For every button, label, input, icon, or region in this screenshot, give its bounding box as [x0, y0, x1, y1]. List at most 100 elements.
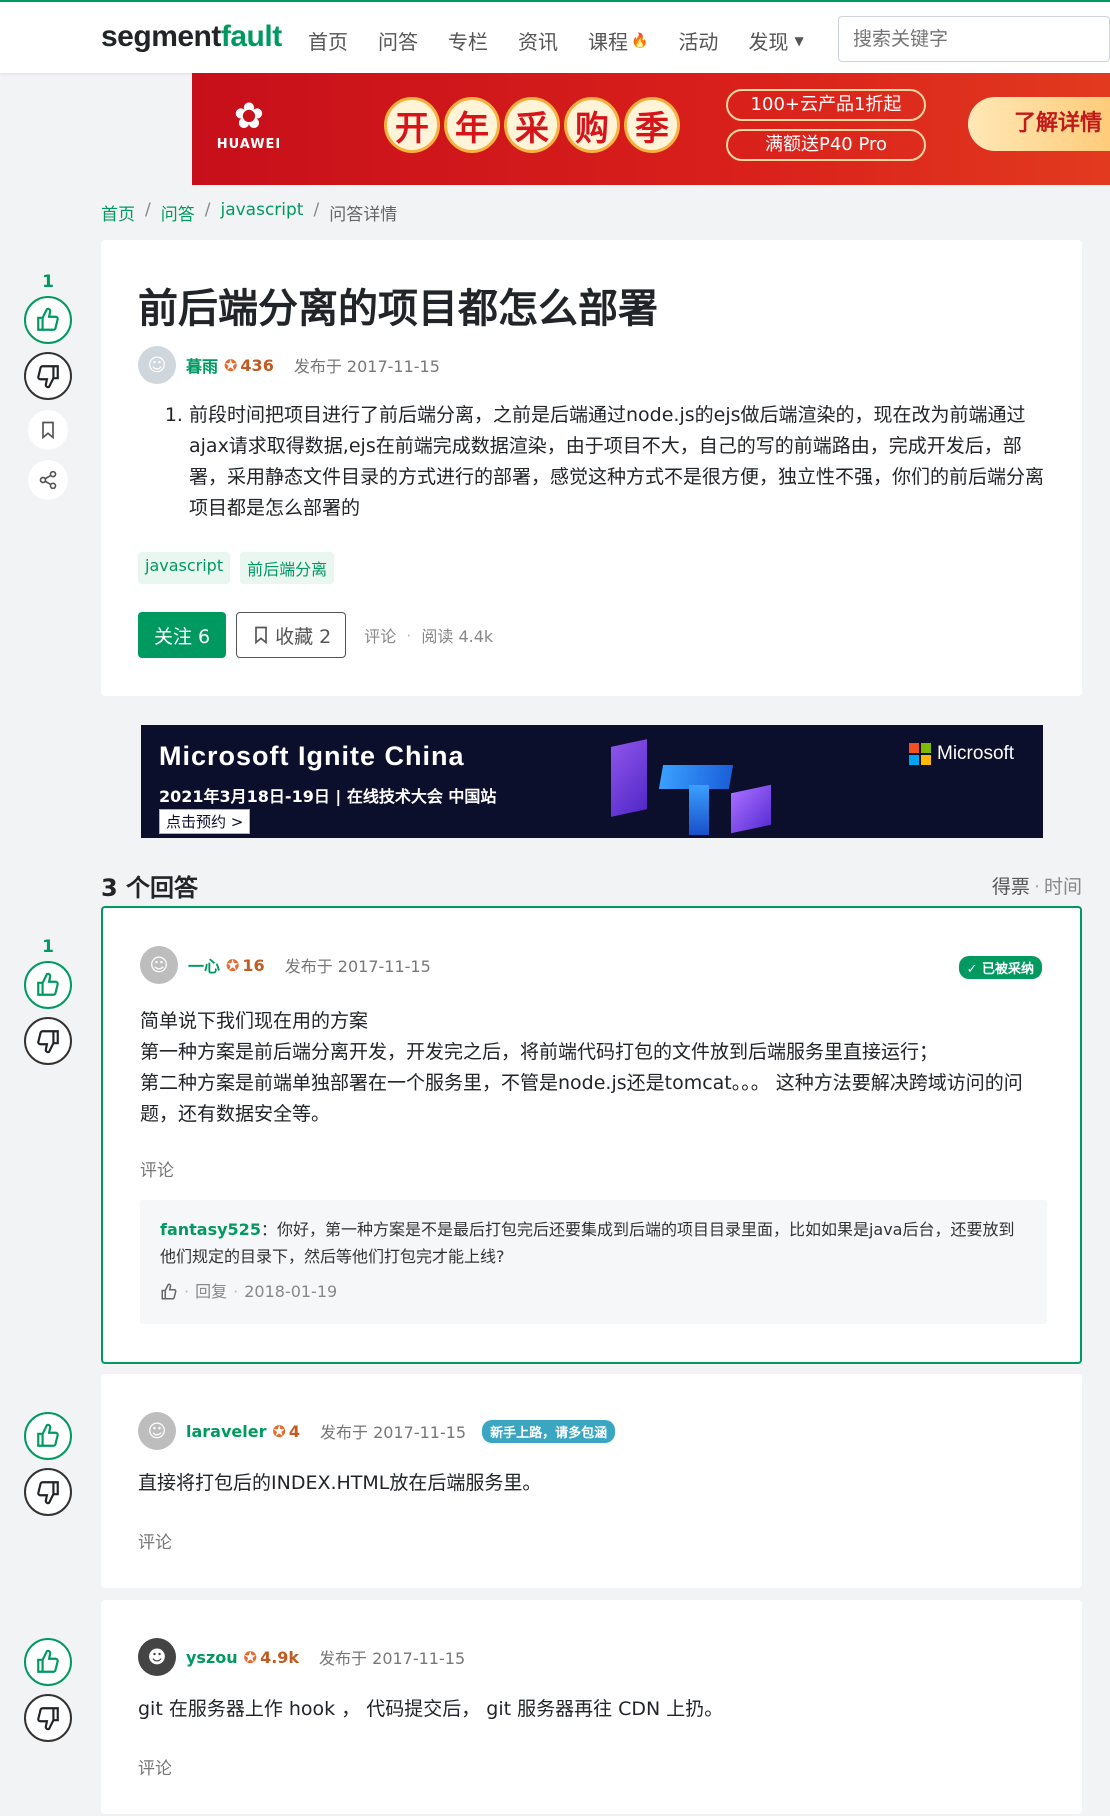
tag-javascript[interactable]: javascript — [138, 552, 231, 584]
reputation-icon: ✪ — [243, 1647, 258, 1667]
slogan-char: 开 — [384, 97, 440, 153]
downvote-button[interactable] — [24, 352, 72, 400]
huawei-petal-icon: ✿ — [233, 96, 265, 137]
comment-link[interactable]: 评论 — [364, 623, 396, 647]
top-navbar: segmentfault 首页 问答 专栏 资讯 课程 🔥 活动 发现 ▼ — [0, 0, 1110, 73]
ad-banner-huawei[interactable]: ✿ HUAWEI 开 年 采 购 季 100+云产品1折起 满额送P40 Pro… — [192, 73, 1110, 185]
downvote-button[interactable] — [24, 1694, 72, 1742]
logo-text-segment: segment — [101, 20, 221, 53]
bookmark-button[interactable] — [28, 410, 68, 450]
answer-vote-column — [24, 1638, 72, 1750]
logo-text-fault: fault — [220, 20, 282, 53]
comment-text: fantasy525：你好，第一种方案是不是最后打包完后还要集成到后端的项目目录… — [160, 1216, 1027, 1270]
answer-body: git 在服务器上作 hook ， 代码提交后， git 服务器再往 CDN 上… — [138, 1698, 724, 1720]
answer-meta: ☺ 一心 ✪ 16 发布于 2017-11-15 — [140, 946, 431, 984]
thumbs-up-icon — [37, 307, 59, 331]
site-logo[interactable]: segmentfault — [101, 20, 282, 54]
dot-separator: · — [184, 1282, 190, 1301]
follow-button[interactable]: 关注 6 — [138, 612, 227, 658]
downvote-button[interactable] — [24, 1468, 72, 1516]
author-reputation: 4.9k — [260, 1647, 300, 1667]
decorative-shape — [731, 784, 771, 834]
comment-date: 2018-01-19 — [244, 1282, 338, 1301]
answer-line: 简单说下我们现在用的方案 — [140, 1010, 369, 1032]
author-reputation: 4 — [288, 1421, 301, 1441]
avatar[interactable]: ☺ — [138, 1412, 176, 1450]
answer-vote-column: 1 — [24, 937, 72, 1073]
author-name[interactable]: 暮雨 — [186, 353, 218, 377]
breadcrumb: 首页 / 问答 / javascript / 问答详情 — [101, 200, 397, 225]
huawei-brand-text: HUAWEI — [216, 137, 282, 152]
upvote-button[interactable] — [24, 961, 72, 1009]
comment-link[interactable]: 评论 — [138, 1528, 172, 1553]
favorite-label: 收藏 2 — [275, 625, 332, 648]
breadcrumb-tag[interactable]: javascript — [220, 200, 303, 225]
favorite-button[interactable]: 收藏 2 — [236, 612, 347, 658]
answer-vote-count: 1 — [42, 937, 54, 957]
author-name[interactable]: yszou — [186, 1648, 238, 1667]
upvote-button[interactable] — [24, 1638, 72, 1686]
nav-course[interactable]: 课程 🔥 — [588, 26, 648, 55]
huawei-logo: ✿ HUAWEI — [214, 96, 284, 153]
nav-column[interactable]: 专栏 — [448, 26, 488, 55]
ms-ad-cta[interactable]: 点击预约 > — [159, 809, 251, 834]
nav-course-label: 课程 — [588, 30, 628, 54]
microsoft-squares-icon — [909, 743, 931, 765]
nav-home[interactable]: 首页 — [308, 26, 348, 55]
publish-date: 发布于 2017-11-15 — [319, 1649, 466, 1668]
ad-cta-button[interactable]: 了解详情 — [968, 97, 1110, 151]
read-count: 阅读 4.4k — [421, 627, 494, 646]
reputation-icon: ✪ — [226, 955, 240, 975]
decorative-shape — [611, 739, 647, 817]
dot-separator: · — [1033, 876, 1040, 898]
breadcrumb-qa[interactable]: 问答 — [161, 200, 195, 225]
author-reputation: 16 — [242, 955, 265, 975]
share-button[interactable] — [28, 460, 68, 500]
search-input[interactable] — [838, 16, 1110, 62]
author-name[interactable]: laraveler — [186, 1422, 266, 1441]
accepted-badge: ✓ 已被采纳 — [958, 956, 1042, 979]
bookmark-icon — [42, 421, 54, 440]
answer-card: ☻ yszou ✪ 4.9k 发布于 2017-11-15 git 在服务器上作… — [101, 1600, 1082, 1814]
downvote-button[interactable] — [24, 1017, 72, 1065]
thumbs-up-icon[interactable] — [160, 1283, 178, 1301]
answer-meta: ☺ laraveler ✪ 4 发布于 2017-11-15 新手上路，请多包涵 — [138, 1412, 616, 1450]
sort-by-votes[interactable]: 得票 — [992, 876, 1030, 898]
ms-ad-title: Microsoft Ignite China — [159, 741, 465, 771]
thumbs-down-icon — [37, 365, 59, 389]
answer-line: 第二种方案是前端单独部署在一个服务里，不管是node.js还是tomcat。。。… — [140, 1072, 1023, 1125]
comment-author[interactable]: fantasy525 — [160, 1220, 261, 1239]
decorative-shape — [689, 785, 709, 835]
microsoft-logo: Microsoft — [909, 743, 1014, 765]
question-meta: ☺ 暮雨 ✪ 436 发布于 2017-11-15 — [138, 346, 440, 384]
upvote-button[interactable] — [24, 1412, 72, 1460]
nav-discover[interactable]: 发现 ▼ — [748, 26, 803, 55]
breadcrumb-separator: / — [313, 200, 320, 220]
nav-qa[interactable]: 问答 — [378, 26, 418, 55]
bookmark-icon — [255, 626, 267, 645]
nav-news[interactable]: 资讯 — [518, 26, 558, 55]
dot-separator: · — [406, 625, 412, 645]
avatar[interactable]: ☺ — [140, 946, 178, 984]
thumbs-down-icon — [37, 1481, 59, 1505]
thumbs-up-icon — [37, 1423, 59, 1447]
comment-link[interactable]: 评论 — [138, 1754, 172, 1779]
question-actions: 关注 6 收藏 2 评论 · 阅读 4.4k — [138, 612, 493, 658]
sort-by-time[interactable]: 时间 — [1044, 876, 1082, 898]
avatar[interactable]: ☻ — [138, 1638, 176, 1676]
nav-events[interactable]: 活动 — [678, 26, 718, 55]
breadcrumb-separator: / — [204, 200, 211, 220]
breadcrumb-home[interactable]: 首页 — [101, 200, 135, 225]
tag-frontend-backend-split[interactable]: 前后端分离 — [240, 552, 335, 584]
author-reputation: 436 — [240, 355, 274, 375]
reputation-icon: ✪ — [272, 1421, 286, 1441]
ad-banner-microsoft[interactable]: Microsoft Ignite China 2021年3月18日-19日 | … — [141, 725, 1043, 838]
answer-body: 简单说下我们现在用的方案 第一种方案是前后端分离开发，开发完之后，将前端代码打包… — [140, 1006, 1040, 1130]
answer-card-accepted: ☺ 一心 ✪ 16 发布于 2017-11-15 ✓ 已被采纳 简单说下我们现在… — [101, 906, 1082, 1364]
thumbs-down-icon — [37, 1030, 59, 1054]
avatar[interactable]: ☺ — [138, 346, 176, 384]
reply-link[interactable]: 回复 — [195, 1278, 227, 1305]
author-name[interactable]: 一心 — [188, 953, 220, 977]
upvote-button[interactable] — [24, 296, 72, 344]
comment-link[interactable]: 评论 — [140, 1156, 174, 1181]
